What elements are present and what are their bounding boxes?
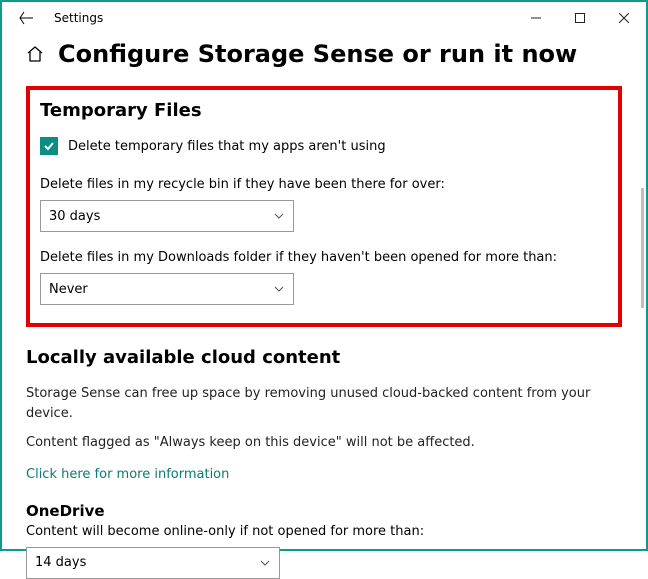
delete-temp-checkbox-row[interactable]: Delete temporary files that my apps aren… — [40, 137, 604, 155]
temporary-files-heading: Temporary Files — [40, 100, 604, 121]
onedrive-select[interactable]: 14 days — [26, 547, 280, 579]
cloud-heading: Locally available cloud content — [26, 347, 622, 368]
downloads-value: Never — [49, 282, 88, 297]
chevron-down-icon — [273, 210, 285, 222]
minimize-button[interactable] — [514, 3, 558, 33]
downloads-select[interactable]: Never — [40, 273, 294, 305]
delete-temp-label: Delete temporary files that my apps aren… — [68, 139, 386, 154]
recycle-bin-select[interactable]: 30 days — [40, 200, 294, 232]
window-title: Settings — [54, 11, 103, 25]
cloud-desc1: Storage Sense can free up space by remov… — [26, 384, 622, 423]
recycle-bin-value: 30 days — [49, 209, 100, 224]
page-header: Configure Storage Sense or run it now — [26, 40, 622, 68]
recycle-bin-field: Delete files in my recycle bin if they h… — [40, 177, 604, 232]
cloud-desc2: Content flagged as "Always keep on this … — [26, 433, 622, 453]
onedrive-label: Content will become online-only if not o… — [26, 524, 622, 539]
chevron-down-icon — [259, 557, 271, 569]
maximize-button[interactable] — [558, 3, 602, 33]
scrollbar[interactable] — [641, 188, 644, 308]
cloud-info-link[interactable]: Click here for more information — [26, 467, 229, 482]
titlebar: Settings — [2, 2, 646, 34]
home-icon[interactable] — [26, 45, 44, 63]
onedrive-value: 14 days — [35, 555, 86, 570]
downloads-label: Delete files in my Downloads folder if t… — [40, 250, 604, 265]
close-button[interactable] — [602, 3, 646, 33]
recycle-bin-label: Delete files in my recycle bin if they h… — [40, 177, 604, 192]
back-button[interactable] — [12, 4, 40, 32]
temporary-files-section: Temporary Files Delete temporary files t… — [26, 86, 622, 327]
downloads-field: Delete files in my Downloads folder if t… — [40, 250, 604, 305]
page-title: Configure Storage Sense or run it now — [58, 40, 577, 68]
checkbox-checked-icon[interactable] — [40, 137, 58, 155]
onedrive-heading: OneDrive — [26, 502, 622, 520]
chevron-down-icon — [273, 283, 285, 295]
content-area: Configure Storage Sense or run it now Te… — [2, 34, 646, 579]
window-controls — [514, 3, 646, 33]
